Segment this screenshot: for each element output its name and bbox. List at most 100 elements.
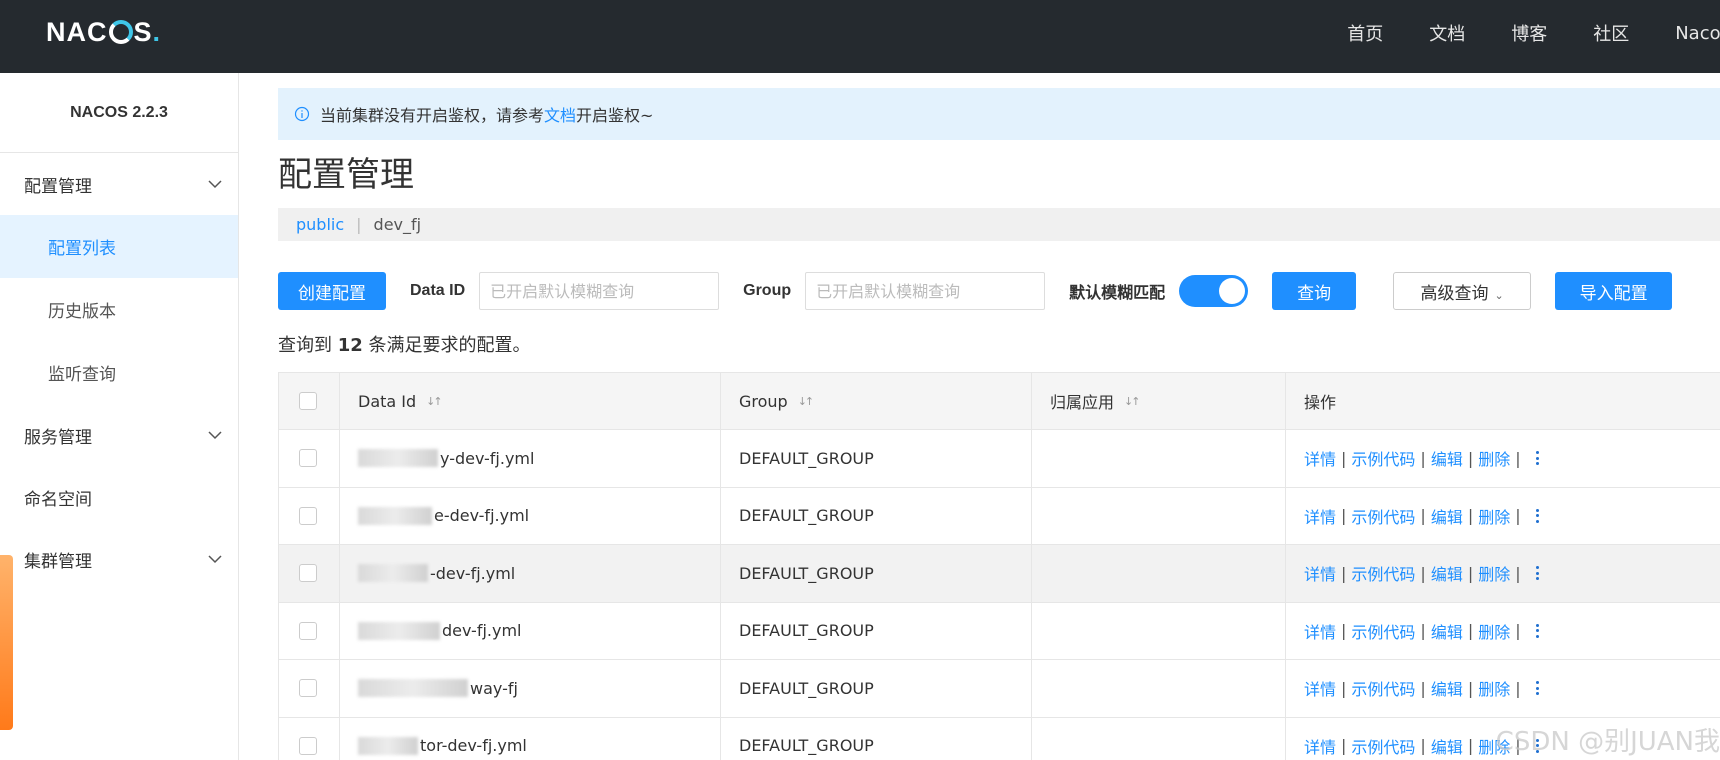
namespace-breadcrumb: public | dev_fj [278, 208, 1720, 241]
nav-home[interactable]: 首页 [1347, 20, 1383, 46]
advanced-query-label: 高级查询 [1420, 283, 1489, 304]
data-id-cell: e-dev-fj.yml [340, 487, 721, 544]
sample-code-link[interactable]: 示例代码 [1351, 734, 1415, 758]
edit-link[interactable]: 编辑 [1431, 676, 1463, 700]
actions-cell: 详情 | 示例代码 | 编辑 | 删除 | [1286, 430, 1720, 487]
side-float-tab[interactable] [0, 555, 13, 730]
delete-link[interactable]: 删除 [1478, 734, 1510, 758]
edit-link[interactable]: 编辑 [1431, 619, 1463, 643]
table-row: way-fj DEFAULT_GROUP 详情 | 示例代码 | 编辑 | 删除 | [279, 660, 1720, 718]
detail-link[interactable]: 详情 [1304, 561, 1336, 585]
sort-icon[interactable]: ↓↑ [1124, 395, 1141, 408]
table-row: tor-dev-fj.yml DEFAULT_GROUP 详情 | 示例代码 | 编… [279, 717, 1720, 760]
group-cell: DEFAULT_GROUP [721, 660, 1032, 717]
top-header: NACS. 首页 文档 博客 社区 Nacos [0, 0, 1720, 73]
delete-link[interactable]: 删除 [1478, 446, 1510, 470]
edit-link[interactable]: 编辑 [1431, 446, 1463, 470]
edit-link[interactable]: 编辑 [1431, 561, 1463, 585]
row-checkbox[interactable] [299, 621, 317, 640]
detail-link[interactable]: 详情 [1304, 734, 1336, 758]
row-checkbox[interactable] [299, 736, 317, 755]
app-cell [1032, 660, 1286, 717]
more-vertical-icon[interactable] [1535, 738, 1539, 753]
row-checkbox[interactable] [299, 564, 317, 583]
chevron-down-icon: ⌄ [1494, 288, 1504, 302]
delete-link[interactable]: 删除 [1478, 561, 1510, 585]
more-vertical-icon[interactable] [1535, 681, 1539, 696]
actions-cell: 详情 | 示例代码 | 编辑 | 删除 | [1286, 660, 1720, 717]
sidebar-group-label: 配置管理 [24, 176, 92, 197]
nacos-logo[interactable]: NAC S. [46, 15, 161, 49]
app-cell [1032, 487, 1286, 544]
row-checkbox[interactable] [299, 679, 317, 698]
sidebar-item-history[interactable]: 历史版本 [0, 278, 238, 341]
sidebar-group-cluster[interactable]: 集群管理 [0, 528, 238, 590]
table-row: -dev-fj.yml DEFAULT_GROUP 详情 | 示例代码 | 编辑 | … [279, 545, 1720, 603]
app-cell [1032, 430, 1286, 487]
fuzzy-match-toggle[interactable] [1179, 275, 1249, 307]
toggle-knob [1219, 278, 1246, 304]
app-cell [1032, 545, 1286, 602]
more-vertical-icon[interactable] [1535, 508, 1539, 523]
data-id-cell: tor-dev-fj.yml [340, 717, 721, 760]
namespace-public[interactable]: public [296, 215, 344, 234]
column-group[interactable]: Group ↓↑ [721, 373, 1032, 429]
delete-link[interactable]: 删除 [1478, 676, 1510, 700]
data-id-cell: y-dev-fj.yml [340, 430, 721, 487]
detail-link[interactable]: 详情 [1304, 619, 1336, 643]
group-cell: DEFAULT_GROUP [721, 717, 1032, 760]
redacted-text [358, 621, 440, 640]
data-id-cell: -dev-fj.yml [340, 545, 721, 602]
sort-icon[interactable]: ↓↑ [426, 395, 443, 408]
create-config-button[interactable]: 创建配置 [278, 272, 386, 310]
namespace-current[interactable]: dev_fj [374, 215, 422, 234]
redacted-text [358, 449, 438, 468]
column-data-id[interactable]: Data Id ↓↑ [340, 373, 721, 429]
detail-link[interactable]: 详情 [1304, 676, 1336, 700]
detail-link[interactable]: 详情 [1304, 446, 1336, 470]
sample-code-link[interactable]: 示例代码 [1351, 619, 1415, 643]
sample-code-link[interactable]: 示例代码 [1351, 561, 1415, 585]
sample-code-link[interactable]: 示例代码 [1351, 446, 1415, 470]
nav-docs[interactable]: 文档 [1429, 20, 1465, 46]
advanced-query-button[interactable]: 高级查询 ⌄ [1393, 272, 1532, 310]
chevron-down-icon [208, 180, 222, 189]
breadcrumb-separator: | [356, 215, 362, 234]
delete-link[interactable]: 删除 [1478, 504, 1510, 528]
group-input[interactable] [805, 272, 1046, 310]
nav-nacos[interactable]: Nacos [1675, 23, 1720, 44]
actions-cell: 详情 | 示例代码 | 编辑 | 删除 | [1286, 718, 1720, 760]
sample-code-link[interactable]: 示例代码 [1351, 504, 1415, 528]
group-cell: DEFAULT_GROUP [721, 602, 1032, 659]
more-vertical-icon[interactable] [1535, 451, 1539, 466]
column-app[interactable]: 归属应用 ↓↑ [1032, 373, 1286, 429]
row-checkbox[interactable] [299, 506, 317, 525]
more-vertical-icon[interactable] [1535, 566, 1539, 581]
sidebar-group-label: 命名空间 [24, 489, 92, 510]
detail-link[interactable]: 详情 [1304, 504, 1336, 528]
top-nav: 首页 文档 博客 社区 Nacos [1301, 0, 1720, 66]
row-checkbox[interactable] [299, 449, 317, 468]
actions-cell: 详情 | 示例代码 | 编辑 | 删除 | [1286, 488, 1720, 545]
sidebar-group-config[interactable]: 配置管理 [0, 153, 238, 215]
alert-docs-link[interactable]: 文档 [544, 102, 576, 126]
sidebar-group-label: 集群管理 [24, 551, 92, 572]
redacted-text [358, 506, 432, 525]
sidebar-item-listener-query[interactable]: 监听查询 [0, 341, 238, 404]
sort-icon[interactable]: ↓↑ [798, 395, 815, 408]
more-vertical-icon[interactable] [1535, 623, 1539, 638]
nav-community[interactable]: 社区 [1593, 20, 1629, 46]
dataid-input[interactable] [479, 272, 720, 310]
import-config-button[interactable]: 导入配置 [1555, 272, 1673, 310]
edit-link[interactable]: 编辑 [1431, 504, 1463, 528]
delete-link[interactable]: 删除 [1478, 619, 1510, 643]
select-all-checkbox[interactable] [299, 392, 317, 410]
nav-blog[interactable]: 博客 [1511, 20, 1547, 46]
edit-link[interactable]: 编辑 [1431, 734, 1463, 758]
sidebar-item-config-list[interactable]: 配置列表 [0, 215, 238, 278]
result-suffix: 条满足要求的配置。 [368, 335, 531, 356]
sidebar-item-namespace[interactable]: 命名空间 [0, 466, 238, 528]
query-button[interactable]: 查询 [1272, 272, 1357, 310]
sidebar-group-service[interactable]: 服务管理 [0, 404, 238, 466]
sample-code-link[interactable]: 示例代码 [1351, 676, 1415, 700]
